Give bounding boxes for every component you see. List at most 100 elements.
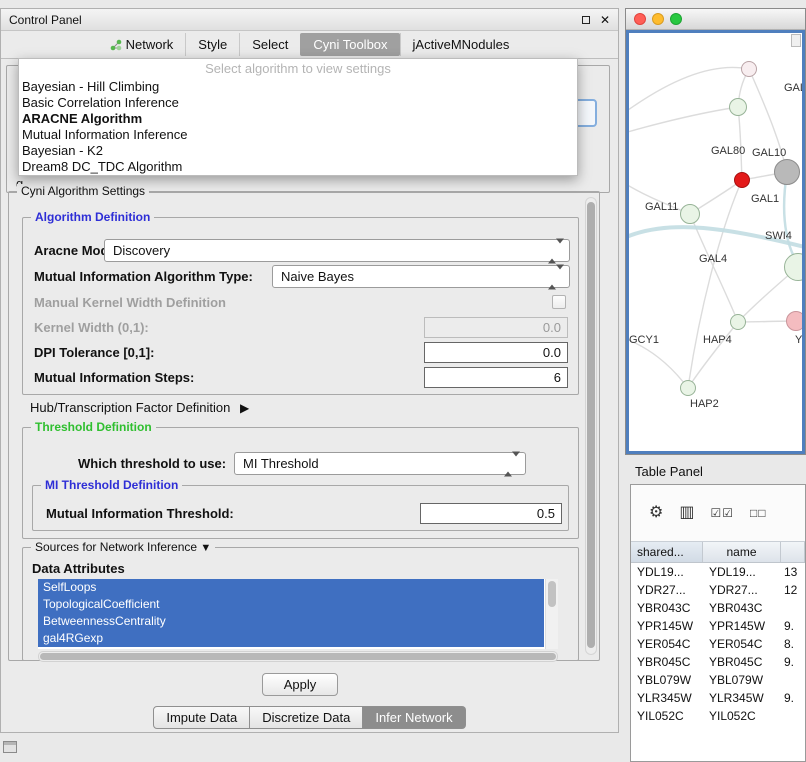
scrollbar-thumb[interactable]	[548, 581, 556, 607]
algorithm-option[interactable]: Mutual Information Inference	[19, 127, 577, 143]
node-label: Y	[795, 334, 802, 346]
tab-network[interactable]: Network	[98, 33, 186, 56]
mi-threshold-field[interactable]: 0.5	[420, 503, 562, 524]
close-icon[interactable]: ✕	[600, 14, 610, 26]
tab-infer-network[interactable]: Infer Network	[363, 706, 465, 729]
list-vertical-scrollbar[interactable]	[545, 579, 558, 649]
table-row[interactable]: YDL19...YDL19...13	[631, 563, 805, 581]
table-row[interactable]: YLR345WYLR345W9.	[631, 689, 805, 707]
scrollbar-thumb[interactable]	[40, 653, 556, 660]
network-node-hub[interactable]	[774, 159, 800, 185]
network-scrollbar-fragment[interactable]	[791, 34, 801, 47]
which-threshold-select[interactable]: MI Threshold	[234, 452, 526, 475]
algorithm-option-selected[interactable]: ARACNE Algorithm	[19, 111, 577, 127]
control-panel-tabbar: Network Style Select Cyni Toolbox jActiv…	[1, 31, 618, 59]
network-node[interactable]	[730, 314, 746, 330]
table-row[interactable]: YIL052CYIL052C	[631, 707, 805, 725]
algorithm-option[interactable]: Bayesian - Hill Climbing	[19, 79, 577, 95]
attribute-item-selected[interactable]: BetweennessCentrality	[38, 613, 544, 630]
algorithm-option[interactable]: Basic Correlation Inference	[19, 95, 577, 111]
cell-name: YLR345W	[703, 691, 781, 705]
tab-cyni-toolbox[interactable]: Cyni Toolbox	[300, 33, 399, 56]
attribute-item-selected[interactable]: gal4RGexp	[38, 630, 544, 647]
cell-shared-name: YIL052C	[631, 709, 703, 723]
hub-section-label: Hub/Transcription Factor Definition	[30, 400, 230, 415]
list-horizontal-scrollbar[interactable]	[38, 651, 558, 662]
network-node[interactable]	[741, 61, 757, 77]
mi-type-select[interactable]: Naive Bayes	[272, 265, 570, 288]
settings-vertical-scrollbar[interactable]	[585, 197, 597, 655]
cell-name: YER054C	[703, 637, 781, 651]
minimize-traffic-light[interactable]	[652, 13, 664, 25]
apply-label: Apply	[284, 677, 317, 692]
hub-section-toggle[interactable]: Hub/Transcription Factor Definition ▶	[30, 400, 249, 415]
apply-button[interactable]: Apply	[262, 673, 338, 696]
manual-kernel-checkbox[interactable]	[552, 295, 566, 309]
kernel-width-field[interactable]: 0.0	[424, 317, 568, 338]
cell-shared-name: YBR043C	[631, 601, 703, 615]
node-label: GAL1	[751, 193, 779, 205]
minimized-panel-icon[interactable]	[3, 741, 17, 753]
data-attributes-list[interactable]: SelfLoops TopologicalCoefficient Between…	[38, 579, 558, 649]
tab-label: Select	[252, 37, 288, 52]
cell-name: YDL19...	[703, 565, 781, 579]
algorithm-option[interactable]: Dream8 DC_TDC Algorithm	[19, 159, 577, 175]
close-traffic-light[interactable]	[634, 13, 646, 25]
network-node[interactable]	[680, 380, 696, 396]
node-label: SWI4	[765, 230, 792, 242]
network-node[interactable]	[680, 204, 700, 224]
network-node[interactable]	[784, 253, 805, 281]
cell-shared-name: YER054C	[631, 637, 703, 651]
attribute-item-selected[interactable]: SelfLoops	[38, 579, 544, 596]
algorithm-popup: Select algorithm to view settings Bayesi…	[18, 58, 578, 176]
tab-jactivemnodules[interactable]: jActiveMNodules	[400, 33, 522, 56]
cell-name: YDR27...	[703, 583, 781, 597]
scrollbar-thumb[interactable]	[587, 202, 595, 648]
network-edges	[629, 33, 804, 454]
table-row[interactable]: YPR145WYPR145W9.	[631, 617, 805, 635]
network-canvas[interactable]: GAL GAL80 GAL10 GAL11 GAL1 SWI4 GAL4 GCY…	[626, 30, 805, 454]
network-node[interactable]	[786, 311, 805, 331]
zoom-traffic-light[interactable]	[670, 13, 682, 25]
field-value: 6	[554, 370, 561, 385]
column-header-shared-name[interactable]: shared...	[631, 542, 703, 562]
mi-type-label: Mutual Information Algorithm Type:	[34, 269, 253, 284]
gear-icon[interactable]: ⚙	[649, 505, 663, 521]
dpi-tolerance-field[interactable]: 0.0	[424, 342, 568, 363]
bottom-tabbar: Impute Data Discretize Data Infer Networ…	[1, 706, 618, 729]
field-value: 0.5	[537, 506, 555, 521]
column-header-extra[interactable]	[781, 542, 805, 562]
clear-all-checkboxes-icon[interactable]: □□	[750, 507, 767, 519]
table-row[interactable]: YBR045CYBR045C9.	[631, 653, 805, 671]
field-value: 0.0	[543, 345, 561, 360]
cell-extra: 9.	[781, 691, 805, 705]
select-all-checkboxes-icon[interactable]: ☑☑	[710, 507, 734, 519]
mi-steps-field[interactable]: 6	[424, 367, 568, 388]
aracne-mode-select[interactable]: Discovery	[104, 239, 570, 262]
cell-extra: 8.	[781, 637, 805, 651]
attribute-item-selected[interactable]: TopologicalCoefficient	[38, 596, 544, 613]
network-node[interactable]	[729, 98, 747, 116]
sources-toggle[interactable]: Sources for Network Inference ▼	[31, 540, 215, 554]
table-row[interactable]: YBL079WYBL079W	[631, 671, 805, 689]
cell-shared-name: YDR27...	[631, 583, 703, 597]
table-row[interactable]: YDR27...YDR27...12	[631, 581, 805, 599]
column-header-name[interactable]: name	[703, 542, 781, 562]
node-label: HAP4	[703, 334, 732, 346]
group-title: MI Threshold Definition	[41, 478, 182, 492]
tab-impute-data[interactable]: Impute Data	[153, 706, 250, 729]
tab-label: Network	[126, 37, 174, 52]
chevron-down-icon: ▼	[200, 542, 211, 554]
columns-icon[interactable]: ▥	[679, 505, 694, 521]
algorithm-option[interactable]: Bayesian - K2	[19, 143, 577, 159]
network-view-window: GAL GAL80 GAL10 GAL11 GAL1 SWI4 GAL4 GCY…	[625, 8, 806, 455]
tab-style[interactable]: Style	[185, 33, 239, 56]
tab-label: Cyni Toolbox	[313, 37, 387, 52]
table-row[interactable]: YBR043CYBR043C	[631, 599, 805, 617]
float-window-icon[interactable]	[582, 16, 590, 24]
tab-select[interactable]: Select	[239, 33, 300, 56]
network-node-selected[interactable]	[734, 172, 750, 188]
table-row[interactable]: YER054CYER054C8.	[631, 635, 805, 653]
kernel-width-label: Kernel Width (0,1):	[34, 320, 149, 335]
tab-discretize-data[interactable]: Discretize Data	[250, 706, 363, 729]
